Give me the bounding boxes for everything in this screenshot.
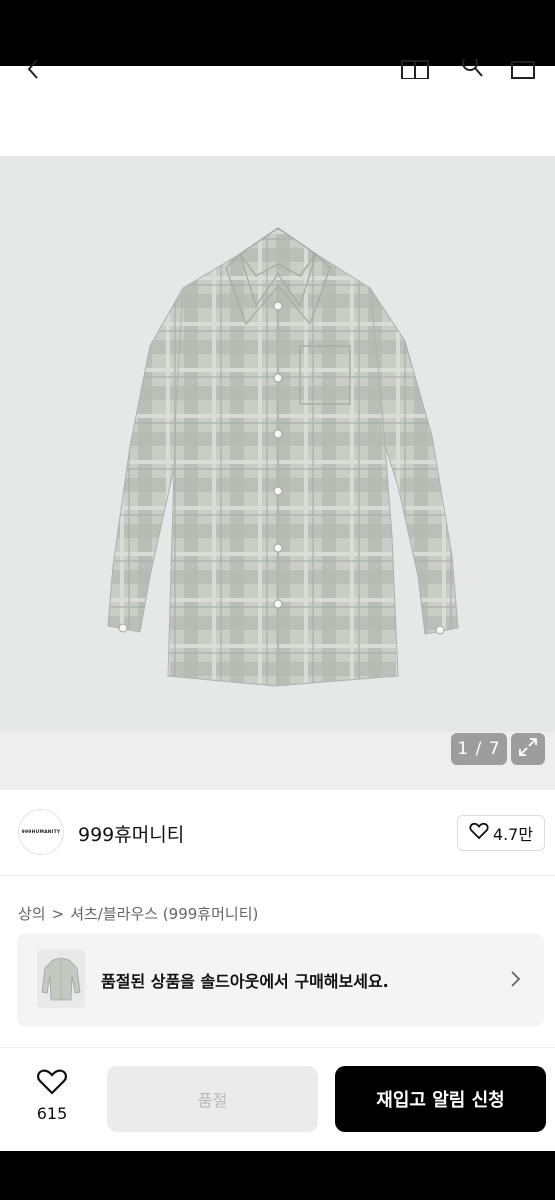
breadcrumb-subcategory[interactable]: 셔츠/블라우스 (999휴머니티) bbox=[70, 905, 258, 923]
brand-logo[interactable]: 999HUMANITY bbox=[18, 809, 64, 855]
image-counter: 1 / 7 bbox=[451, 733, 507, 765]
brand-like-button[interactable]: 4.7만 bbox=[457, 815, 545, 851]
cart-icon[interactable] bbox=[508, 58, 538, 80]
soldout-banner[interactable]: 품절된 상품을 솔드아웃에서 구매해보세요. bbox=[17, 934, 544, 1026]
restock-alert-button[interactable]: 재입고 알림 신청 bbox=[335, 1066, 546, 1132]
breadcrumb-separator: > bbox=[51, 905, 65, 923]
chevron-right-icon bbox=[507, 967, 523, 991]
product-image bbox=[107, 227, 459, 687]
top-nav bbox=[0, 59, 555, 156]
soldout-banner-text: 품절된 상품을 솔드아웃에서 구매해보세요. bbox=[101, 972, 389, 991]
expand-button[interactable] bbox=[511, 733, 545, 765]
wishlist-button[interactable]: 615 bbox=[20, 1068, 84, 1128]
product-image-gallery[interactable]: 1 / 7 bbox=[0, 156, 555, 790]
chevron-left-icon[interactable] bbox=[18, 58, 48, 80]
wishlist-count: 615 bbox=[36, 1104, 68, 1123]
banner-product-thumbnail bbox=[37, 950, 85, 1008]
system-nav-bar bbox=[0, 1151, 555, 1200]
expand-icon bbox=[518, 737, 538, 761]
brand-name[interactable]: 999휴머니티 bbox=[78, 820, 184, 847]
bottom-action-bar: 615 품절 재입고 알림 신청 bbox=[0, 1047, 555, 1151]
home-icon[interactable] bbox=[400, 58, 430, 80]
brand-row[interactable]: 999HUMANITY 999휴머니티 4.7만 bbox=[0, 790, 555, 876]
heart-icon bbox=[469, 822, 489, 844]
status-bar bbox=[0, 0, 555, 66]
heart-icon bbox=[36, 1068, 68, 1100]
soldout-button: 품절 bbox=[107, 1066, 318, 1132]
breadcrumb: 상의 > 셔츠/블라우스 (999휴머니티) bbox=[18, 903, 258, 924]
search-icon[interactable] bbox=[458, 58, 488, 80]
brand-logo-text: 999HUMANITY bbox=[21, 829, 61, 835]
breadcrumb-category[interactable]: 상의 bbox=[18, 905, 46, 923]
brand-like-count: 4.7만 bbox=[492, 825, 534, 844]
